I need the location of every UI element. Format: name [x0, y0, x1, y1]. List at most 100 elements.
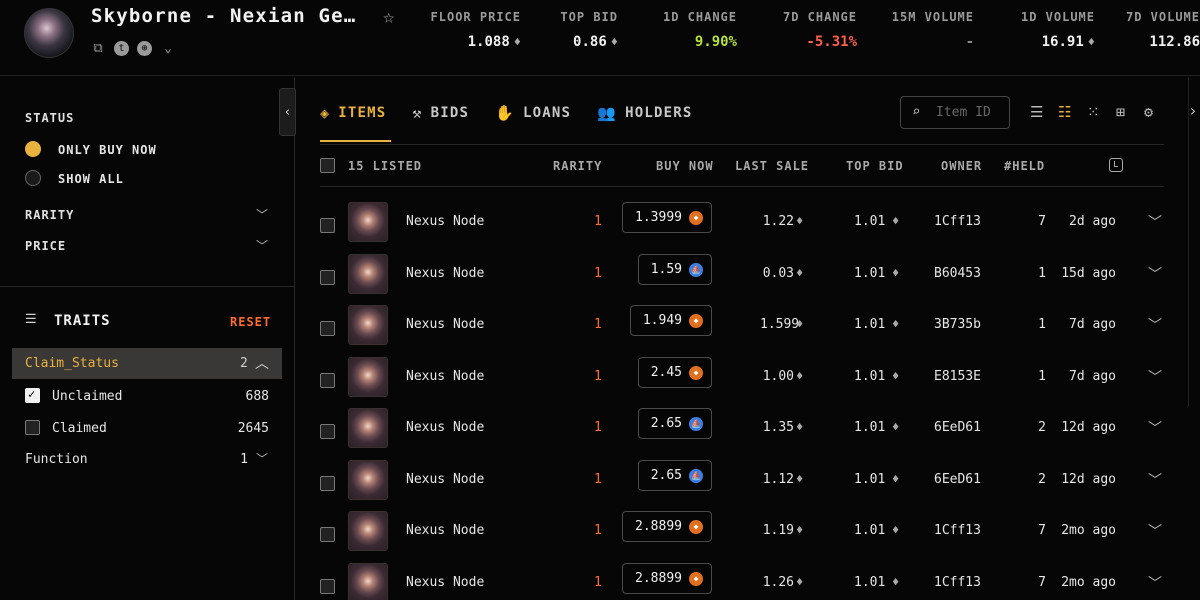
- listed-time: 2mo ago: [1061, 523, 1116, 538]
- item-name[interactable]: Nexus Node: [406, 317, 484, 332]
- chevron-down-icon[interactable]: ﹀: [1148, 315, 1162, 335]
- settings-icon[interactable]: ⚙: [1144, 103, 1153, 121]
- chevron-up-icon[interactable]: ︿: [255, 353, 269, 373]
- expand-right-panel-icon[interactable]: ›: [1188, 101, 1198, 120]
- table-row[interactable]: Nexus Node 1 2.8899 ◆ 1.26 ♦ 1.01 ♦ 1Cff13 7 2mo a…: [320, 562, 1164, 600]
- tab-items[interactable]: ◈ ITEMS: [320, 100, 386, 126]
- clock-icon[interactable]: [1109, 158, 1123, 172]
- radio-show-all[interactable]: [25, 170, 41, 186]
- chevron-down-icon[interactable]: ﹀: [256, 450, 268, 467]
- buy-now-button[interactable]: 2.45 ◆: [638, 357, 712, 388]
- item-name[interactable]: Nexus Node: [406, 214, 484, 229]
- row-checkbox[interactable]: [320, 424, 335, 439]
- small-grid-view-icon[interactable]: ⁙: [1087, 103, 1100, 121]
- column-buy-now[interactable]: BUY NOW: [656, 159, 714, 173]
- item-name[interactable]: Nexus Node: [406, 472, 484, 487]
- trait-group-claim-status[interactable]: Claim_Status 2 ︿: [12, 348, 282, 379]
- chevron-down-icon[interactable]: ﹀: [1148, 264, 1162, 284]
- item-thumbnail[interactable]: [348, 357, 388, 397]
- tab-holders[interactable]: 👥 HOLDERS: [597, 100, 692, 126]
- item-name[interactable]: Nexus Node: [406, 369, 484, 384]
- row-checkbox[interactable]: [320, 579, 335, 594]
- reset-button[interactable]: RESET: [230, 315, 271, 329]
- checkbox-unclaimed[interactable]: [25, 387, 40, 403]
- globe-icon[interactable]: ⊕: [137, 40, 152, 56]
- buy-now-button[interactable]: 1.59 ⛵: [638, 254, 712, 285]
- item-name[interactable]: Nexus Node: [406, 420, 484, 435]
- price-filter-label[interactable]: PRICE: [25, 239, 66, 253]
- chevron-down-icon[interactable]: ﹀: [1148, 418, 1162, 438]
- table-row[interactable]: Nexus Node 1 2.65 ⛵ 1.35 ♦ 1.01 ♦ 6EeD61 2 12d ago…: [320, 407, 1164, 458]
- trait-group-function[interactable]: Function: [25, 452, 88, 467]
- row-checkbox[interactable]: [320, 321, 335, 336]
- radio-only-buy-now[interactable]: [25, 141, 41, 157]
- item-name[interactable]: Nexus Node: [406, 575, 484, 590]
- item-thumbnail[interactable]: [348, 408, 388, 448]
- rarity-filter-label[interactable]: RARITY: [25, 208, 74, 222]
- tab-loans[interactable]: ✋ LOANS: [495, 100, 571, 126]
- column-last-sale[interactable]: LAST SALE: [735, 159, 809, 173]
- large-grid-view-icon[interactable]: ⊞: [1116, 103, 1125, 121]
- chevron-down-icon[interactable]: ﹀: [256, 206, 268, 223]
- copy-icon[interactable]: ⧉: [90, 40, 106, 56]
- table-row[interactable]: Nexus Node 1 2.8899 ◆ 1.19 ♦ 1.01 ♦ 1Cff13 7 2mo a…: [320, 510, 1164, 561]
- item-id-search[interactable]: ⌕ Item ID: [900, 96, 1010, 129]
- stat-value: 112.86: [1149, 34, 1200, 50]
- radio-label[interactable]: SHOW ALL: [58, 172, 124, 186]
- item-thumbnail[interactable]: [348, 563, 388, 600]
- owner-address[interactable]: E8153E: [934, 369, 981, 384]
- chevron-down-icon[interactable]: ⌄: [160, 40, 176, 56]
- chevron-down-icon[interactable]: ﹀: [1148, 212, 1162, 232]
- item-thumbnail[interactable]: [348, 460, 388, 500]
- row-checkbox[interactable]: [320, 218, 335, 233]
- column-owner[interactable]: OWNER: [941, 159, 982, 173]
- item-thumbnail[interactable]: [348, 305, 388, 345]
- buy-now-button[interactable]: 2.8899 ◆: [622, 563, 712, 594]
- collapse-sidebar-button[interactable]: ‹: [279, 88, 296, 136]
- trait-option-label[interactable]: Unclaimed: [52, 389, 122, 404]
- list-view-icon[interactable]: ☰: [1030, 103, 1043, 121]
- row-checkbox[interactable]: [320, 270, 335, 285]
- twitter-icon[interactable]: t: [114, 40, 129, 56]
- buy-now-button[interactable]: 1.949 ◆: [630, 305, 712, 336]
- favorite-star-icon[interactable]: ☆: [383, 6, 394, 28]
- radio-label[interactable]: ONLY BUY NOW: [58, 143, 157, 157]
- item-thumbnail[interactable]: [348, 202, 388, 242]
- owner-address[interactable]: 6EeD61: [934, 472, 981, 487]
- item-name[interactable]: Nexus Node: [406, 523, 484, 538]
- select-all-checkbox[interactable]: [320, 158, 335, 173]
- chevron-down-icon[interactable]: ﹀: [1148, 521, 1162, 541]
- chevron-down-icon[interactable]: ﹀: [256, 237, 268, 254]
- chevron-down-icon[interactable]: ﹀: [1148, 573, 1162, 593]
- table-row[interactable]: Nexus Node 1 1.949 ◆ 1.599 ♦ 1.01 ♦ 3B735b 1 7d ag…: [320, 304, 1164, 355]
- chevron-down-icon[interactable]: ﹀: [1148, 367, 1162, 387]
- owner-address[interactable]: 3B735b: [934, 317, 981, 332]
- buy-now-button[interactable]: 2.8899 ◆: [622, 511, 712, 542]
- column-rarity[interactable]: RARITY: [553, 159, 602, 173]
- item-thumbnail[interactable]: [348, 511, 388, 551]
- owner-address[interactable]: 6EeD61: [934, 420, 981, 435]
- checkbox-claimed[interactable]: [25, 420, 40, 435]
- detailed-list-view-icon[interactable]: ☷: [1058, 103, 1071, 121]
- owner-address[interactable]: 1Cff13: [934, 523, 981, 538]
- chevron-down-icon[interactable]: ﹀: [1148, 470, 1162, 490]
- trait-option-label[interactable]: Claimed: [52, 421, 107, 436]
- item-thumbnail[interactable]: [348, 254, 388, 294]
- row-checkbox[interactable]: [320, 373, 335, 388]
- owner-address[interactable]: 1Cff13: [934, 575, 981, 590]
- column-top-bid[interactable]: TOP BID: [846, 159, 904, 173]
- item-name[interactable]: Nexus Node: [406, 266, 484, 281]
- row-checkbox[interactable]: [320, 527, 335, 542]
- column-held[interactable]: #HELD: [1004, 159, 1045, 173]
- table-row[interactable]: Nexus Node 1 2.45 ◆ 1.00 ♦ 1.01 ♦ E8153E 1 7d ago ﹀: [320, 356, 1164, 407]
- table-row[interactable]: Nexus Node 1 1.59 ⛵ 0.03 ♦ 1.01 ♦ B60453 1 15d ago…: [320, 253, 1164, 304]
- buy-now-button[interactable]: 2.65 ⛵: [638, 460, 712, 491]
- table-row[interactable]: Nexus Node 1 1.3999 ◆ 1.22 ♦ 1.01 ♦ 1Cff13 7 2d ag…: [320, 201, 1164, 252]
- row-checkbox[interactable]: [320, 476, 335, 491]
- owner-address[interactable]: B60453: [934, 266, 981, 281]
- buy-now-button[interactable]: 2.65 ⛵: [638, 408, 712, 439]
- buy-now-button[interactable]: 1.3999 ◆: [622, 202, 712, 233]
- tab-bids[interactable]: ⚒ BIDS: [412, 100, 469, 126]
- owner-address[interactable]: 1Cff13: [934, 214, 981, 229]
- table-row[interactable]: Nexus Node 1 2.65 ⛵ 1.12 ♦ 1.01 ♦ 6EeD61 2 12d ago…: [320, 459, 1164, 510]
